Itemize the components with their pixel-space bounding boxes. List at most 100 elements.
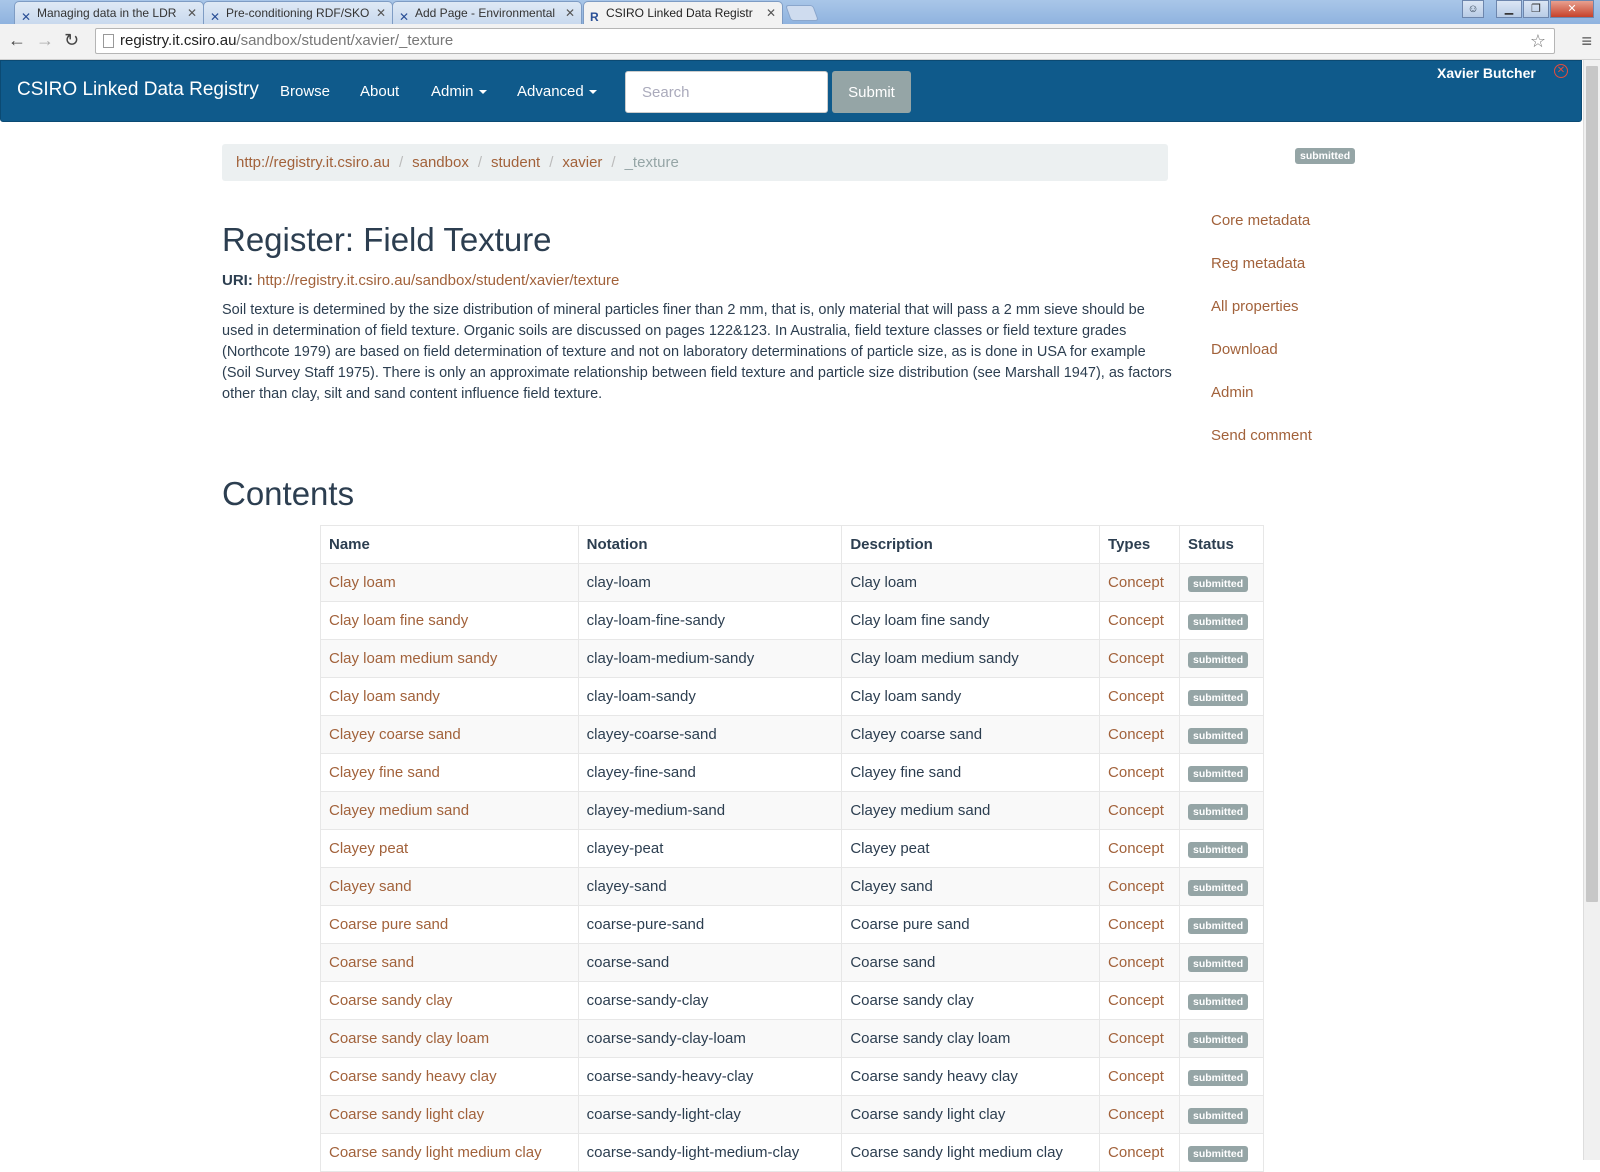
sidenav-send-comment[interactable]: Send comment	[1211, 427, 1312, 470]
register-description: Soil texture is determined by the size d…	[222, 302, 1172, 402]
row-name-link[interactable]: Clayey coarse sand	[329, 726, 461, 743]
row-type-link[interactable]: Concept	[1108, 1030, 1164, 1047]
column-header[interactable]: Types	[1099, 525, 1180, 564]
table-cell: Coarse sandy heavy clay	[841, 1057, 1101, 1096]
forward-arrow-icon[interactable]: →	[36, 30, 54, 51]
contents-heading: Contents	[222, 475, 355, 512]
table-cell: clayey-peat	[577, 829, 843, 868]
row-status-badge: submitted	[1188, 1031, 1249, 1048]
nav-browse[interactable]: Browse	[280, 83, 330, 100]
row-name-link[interactable]: Coarse sandy clay	[329, 992, 452, 1009]
row-name-link[interactable]: Coarse sandy heavy clay	[329, 1068, 497, 1085]
row-type-link[interactable]: Concept	[1108, 764, 1164, 781]
nav-admin-dropdown[interactable]: Admin	[431, 83, 487, 100]
table-cell: submitted	[1179, 1019, 1264, 1058]
row-name-link[interactable]: Clay loam sandy	[329, 688, 440, 705]
nav-advanced-dropdown[interactable]: Advanced	[517, 83, 597, 100]
back-arrow-icon[interactable]: ←	[8, 30, 26, 51]
row-name-link[interactable]: Clay loam	[329, 574, 396, 591]
search-input[interactable]	[625, 71, 828, 113]
address-bar[interactable]: registry.it.csiro.au/sandbox/student/xav…	[95, 28, 1555, 54]
uri-link[interactable]: http://registry.it.csiro.au/sandbox/stud…	[257, 272, 619, 289]
row-notation: coarse-sand	[586, 954, 670, 971]
scrollbar-thumb[interactable]	[1586, 66, 1598, 902]
row-type-link[interactable]: Concept	[1108, 1068, 1164, 1085]
row-type-link[interactable]: Concept	[1108, 916, 1164, 933]
row-name-link[interactable]: Coarse sand	[329, 954, 414, 971]
table-cell: Clayey coarse sand	[320, 715, 579, 754]
table-cell: Coarse sandy clay loam	[320, 1019, 579, 1058]
caret-down-icon	[478, 90, 487, 95]
close-tab-icon[interactable]: ✕	[187, 2, 197, 24]
logout-icon[interactable]: ✕	[1554, 64, 1568, 78]
row-name-link[interactable]: Clayey medium sand	[329, 802, 469, 819]
close-window-icon[interactable]: ✕	[1550, 0, 1594, 18]
sidenav-admin[interactable]: Admin	[1211, 384, 1312, 427]
breadcrumb-student[interactable]: student	[491, 154, 540, 171]
column-header[interactable]: Notation	[577, 525, 843, 564]
restore-icon[interactable]: ❐	[1523, 0, 1549, 18]
breadcrumb-root[interactable]: http://registry.it.csiro.au	[236, 154, 390, 171]
brand-link[interactable]: CSIRO Linked Data Registry	[17, 79, 259, 101]
breadcrumb-sandbox[interactable]: sandbox	[412, 154, 469, 171]
breadcrumb-xavier[interactable]: xavier	[562, 154, 602, 171]
column-header[interactable]: Name	[320, 525, 579, 564]
row-name-link[interactable]: Coarse sandy light clay	[329, 1106, 484, 1123]
row-name-link[interactable]: Clayey sand	[329, 878, 412, 895]
new-tab-button[interactable]	[785, 5, 819, 21]
row-type-link[interactable]: Concept	[1108, 650, 1164, 667]
row-type-link[interactable]: Concept	[1108, 1144, 1164, 1161]
page-scrollbar[interactable]	[1583, 60, 1600, 1160]
row-name-link[interactable]: Clay loam fine sandy	[329, 612, 468, 629]
browser-tab[interactable]: ✕ Add Page - Environmental ✕	[392, 1, 582, 24]
user-name-link[interactable]: Xavier Butcher	[1437, 65, 1536, 81]
sidenav-reg-metadata[interactable]: Reg metadata	[1211, 255, 1312, 298]
table-row: Coarse sandy light clay coarse-sandy-ligh…	[320, 1095, 1264, 1134]
side-nav: Core metadata Reg metadata All propertie…	[1211, 212, 1312, 470]
row-type-link[interactable]: Concept	[1108, 840, 1164, 857]
submit-button[interactable]: Submit	[832, 71, 911, 113]
column-header[interactable]: Status	[1179, 525, 1264, 564]
table-cell: Concept	[1099, 1057, 1180, 1096]
row-status-badge: submitted	[1188, 1145, 1249, 1162]
browser-tab[interactable]: ✕ Pre-conditioning RDF/SKO ✕	[203, 1, 393, 24]
row-type-link[interactable]: Concept	[1108, 954, 1164, 971]
row-type-link[interactable]: Concept	[1108, 612, 1164, 629]
row-name-link[interactable]: Coarse pure sand	[329, 916, 448, 933]
table-cell: clayey-sand	[577, 867, 843, 906]
row-notation: clayey-medium-sand	[586, 802, 726, 819]
row-type-link[interactable]: Concept	[1108, 992, 1164, 1009]
sidenav-all-properties[interactable]: All properties	[1211, 298, 1312, 341]
table-cell: Coarse sandy clay	[841, 981, 1101, 1020]
row-type-link[interactable]: Concept	[1108, 688, 1164, 705]
browser-menu-icon[interactable]: ≡	[1581, 32, 1592, 50]
row-type-link[interactable]: Concept	[1108, 726, 1164, 743]
row-type-link[interactable]: Concept	[1108, 1106, 1164, 1123]
row-type-link[interactable]: Concept	[1108, 878, 1164, 895]
browser-tab[interactable]: ✕ Managing data in the LDR ✕	[14, 1, 204, 24]
row-name-link[interactable]: Clay loam medium sandy	[329, 650, 497, 667]
close-tab-icon[interactable]: ✕	[376, 2, 386, 24]
row-name-link[interactable]: Coarse sandy light medium clay	[329, 1144, 542, 1161]
row-name-link[interactable]: Coarse sandy clay loam	[329, 1030, 489, 1047]
browser-tab-active[interactable]: R CSIRO Linked Data Registr ✕	[583, 1, 783, 24]
column-header[interactable]: Description	[841, 525, 1101, 564]
row-status-badge: submitted	[1188, 1069, 1249, 1086]
row-status-badge: submitted	[1188, 841, 1249, 858]
close-tab-icon[interactable]: ✕	[766, 2, 776, 24]
sidenav-download[interactable]: Download	[1211, 341, 1312, 384]
sidenav-core-metadata[interactable]: Core metadata	[1211, 212, 1312, 255]
row-name-link[interactable]: Clayey peat	[329, 840, 408, 857]
minimize-icon[interactable]: ▁	[1496, 0, 1522, 18]
row-type-link[interactable]: Concept	[1108, 574, 1164, 591]
table-cell: Concept	[1099, 677, 1180, 716]
bookmark-star-icon[interactable]: ☆	[1530, 29, 1546, 53]
table-cell: Concept	[1099, 715, 1180, 754]
row-type-link[interactable]: Concept	[1108, 802, 1164, 819]
profile-icon[interactable]: ☺	[1462, 0, 1484, 18]
close-tab-icon[interactable]: ✕	[565, 2, 575, 24]
reload-icon[interactable]: ↻	[64, 30, 79, 51]
row-name-link[interactable]: Clayey fine sand	[329, 764, 440, 781]
row-notation: coarse-sandy-light-medium-clay	[586, 1144, 800, 1161]
nav-about[interactable]: About	[360, 83, 399, 100]
